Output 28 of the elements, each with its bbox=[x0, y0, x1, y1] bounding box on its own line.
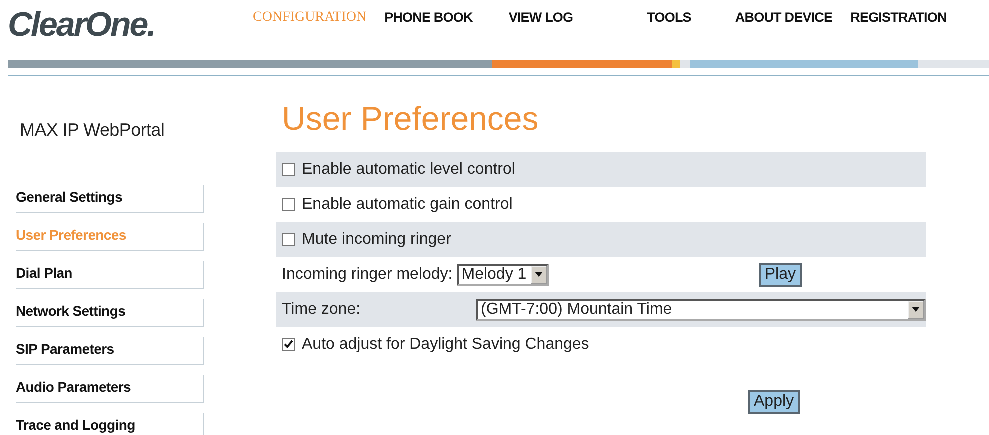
nav-tab[interactable]: TOOLS bbox=[638, 10, 700, 26]
sidebar-item[interactable]: SIP Parameters bbox=[16, 337, 204, 365]
sidebar-item[interactable]: Audio Parameters bbox=[16, 375, 204, 403]
sidebar-item[interactable]: Dial Plan bbox=[16, 261, 204, 289]
apply-button[interactable]: Apply bbox=[748, 390, 800, 414]
nav-tab[interactable]: ABOUT DEVICE bbox=[726, 10, 842, 26]
nav-tab[interactable]: REGISTRATION bbox=[842, 10, 956, 26]
checkbox[interactable] bbox=[282, 198, 295, 211]
checkbox[interactable] bbox=[282, 233, 295, 246]
field-label: Time zone: bbox=[282, 300, 362, 318]
page-title: User Preferences bbox=[282, 100, 540, 138]
sidebar-item[interactable]: Network Settings bbox=[16, 299, 204, 327]
melody-dropdown[interactable]: Melody 1 bbox=[456, 264, 549, 286]
nav-tab[interactable]: VIEW LOG bbox=[500, 10, 582, 26]
checkbox-label: Mute incoming ringer bbox=[302, 230, 452, 248]
checkbox-label: Auto adjust for Daylight Saving Changes bbox=[302, 336, 590, 354]
checkbox-label: Enable automatic level control bbox=[302, 160, 516, 178]
field-label: Incoming ringer melody: bbox=[282, 266, 453, 284]
sidebar-item[interactable]: General Settings bbox=[16, 185, 204, 213]
checkbox[interactable] bbox=[282, 163, 295, 176]
logo: ClearOne. bbox=[8, 6, 156, 45]
checkbox-label: Enable automatic gain control bbox=[302, 196, 513, 214]
play-button[interactable]: Play bbox=[758, 262, 802, 286]
checkbox[interactable] bbox=[282, 338, 295, 351]
portal-title: MAX IP WebPortal bbox=[20, 120, 166, 141]
nav-tab[interactable]: PHONE BOOK bbox=[376, 10, 482, 26]
sidebar-item[interactable]: Trace and Logging bbox=[16, 413, 204, 435]
time-zone-dropdown[interactable]: (GMT-7:00) Mountain Time bbox=[476, 298, 926, 320]
